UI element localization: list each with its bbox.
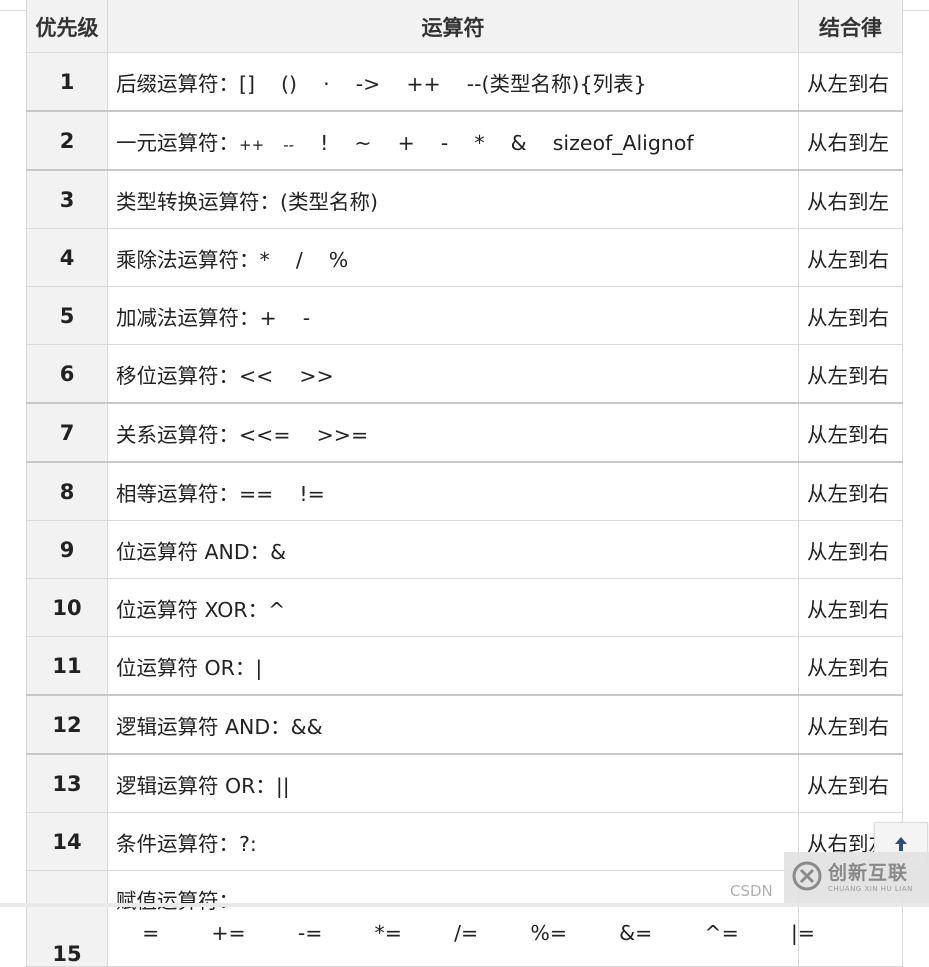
table-row: 10 位运算符 XOR：^ 从左到右 <box>26 578 903 637</box>
table-row: 7 关系运算符：<<= >>= 从左到右 <box>26 402 903 463</box>
priority-cell: 2 <box>26 110 108 171</box>
operator-label: 一元运算符： <box>116 130 239 155</box>
table-row: 11 位运算符 OR：| 从左到右 <box>26 636 903 696</box>
header-operator: 运算符 <box>107 0 799 53</box>
priority-cell: 10 <box>26 578 108 637</box>
associativity-cell: 从左到右 <box>798 461 903 521</box>
operator-cell: 关系运算符：<<= >>= <box>107 402 799 463</box>
priority-cell: 8 <box>26 461 108 521</box>
associativity-cell: 从左到右 <box>798 52 903 112</box>
precedence-table-container: 优先级 运算符 结合律 1 后缀运算符：[] () · -> ++ --(类型名… <box>26 0 903 967</box>
operator-cell: 位运算符 OR：| <box>107 636 799 696</box>
operator-cell: 加减法运算符：+ - <box>107 286 799 345</box>
priority-cell: 12 <box>26 694 108 755</box>
bottom-divider <box>0 903 929 907</box>
operator-cell: 类型转换运算符：(类型名称) <box>107 169 799 229</box>
operator-label: 赋值运算符： <box>116 889 239 913</box>
table-row: 3 类型转换运算符：(类型名称) 从右到左 <box>26 169 903 229</box>
header-associativity: 结合律 <box>798 0 903 53</box>
csdn-watermark: CSDN <box>730 882 773 900</box>
brand-title: 创新互联 <box>828 862 909 884</box>
brand-text: 创新互联 CHUANG XIN HU LIAN <box>828 863 913 893</box>
operator-list: = += -= *= /= %= &= ^= |= <box>116 921 815 945</box>
priority-cell: 1 <box>26 52 108 112</box>
associativity-cell: 从左到右 <box>798 578 903 637</box>
logo-x-icon <box>784 861 822 895</box>
operator-cell: 位运算符 XOR：^ <box>107 578 799 637</box>
operator-cell: 逻辑运算符 AND：&& <box>107 694 799 755</box>
operator-cell: 相等运算符：== != <box>107 461 799 521</box>
table-row: 6 移位运算符：<< >> 从左到右 <box>26 344 903 404</box>
brand-subtitle: CHUANG XIN HU LIAN <box>828 885 913 893</box>
operator-cell: 位运算符 AND：& <box>107 520 799 579</box>
operator-cell: 移位运算符：<< >> <box>107 344 799 404</box>
table-row: 1 后缀运算符：[] () · -> ++ --(类型名称){列表} 从左到右 <box>26 52 903 112</box>
table-row: 8 相等运算符：== != 从左到右 <box>26 461 903 521</box>
associativity-cell: 从左到右 <box>798 228 903 287</box>
table-row: 5 加减法运算符：+ - 从左到右 <box>26 286 903 345</box>
operator-cell: 一元运算符：++ -- ! ~ + - * & sizeof_Alignof <box>107 110 799 171</box>
priority-cell: 14 <box>26 812 108 871</box>
priority-cell: 3 <box>26 169 108 229</box>
operator-cell: 后缀运算符：[] () · -> ++ --(类型名称){列表} <box>107 52 799 112</box>
brand-watermark: 创新互联 CHUANG XIN HU LIAN <box>784 852 929 904</box>
operator-cell: 乘除法运算符：* / % <box>107 228 799 287</box>
header-priority: 优先级 <box>26 0 108 53</box>
operator-cell: 条件运算符：?: <box>107 812 799 871</box>
priority-cell: 6 <box>26 344 108 404</box>
associativity-cell: 从左到右 <box>798 753 903 813</box>
precedence-table: 优先级 运算符 结合律 1 后缀运算符：[] () · -> ++ --(类型名… <box>26 0 903 967</box>
table-row: 12 逻辑运算符 AND：&& 从左到右 <box>26 694 903 755</box>
table-row: 2 一元运算符：++ -- ! ~ + - * & sizeof_Alignof… <box>26 110 903 171</box>
priority-cell: 11 <box>26 636 108 696</box>
priority-cell: 7 <box>26 402 108 463</box>
associativity-cell: 从左到右 <box>798 636 903 696</box>
operator-cell: 赋值运算符： = += -= *= /= %= &= ^= |= <box>107 870 815 967</box>
associativity-cell: 从左到右 <box>798 286 903 345</box>
priority-cell: 13 <box>26 753 108 813</box>
associativity-cell: 从右到左 <box>798 169 903 229</box>
operator-rest: ! ~ + - * & sizeof_Alignof <box>294 130 694 155</box>
operator-small: ++ -- <box>239 135 295 154</box>
table-row: 14 条件运算符：?: 从右到左 <box>26 812 903 871</box>
priority-cell: 9 <box>26 520 108 579</box>
associativity-cell: 从左到右 <box>798 520 903 579</box>
associativity-cell: 从左到右 <box>798 694 903 755</box>
priority-cell: 15 <box>26 870 108 967</box>
associativity-cell: 从左到右 <box>798 402 903 463</box>
table-row: 4 乘除法运算符：* / % 从左到右 <box>26 228 903 287</box>
table-row: 9 位运算符 AND：& 从左到右 <box>26 520 903 579</box>
associativity-cell: 从左到右 <box>798 344 903 404</box>
priority-cell: 5 <box>26 286 108 345</box>
table-row: 13 逻辑运算符 OR：|| 从左到右 <box>26 753 903 813</box>
associativity-cell: 从右到左 <box>798 110 903 171</box>
operator-cell: 逻辑运算符 OR：|| <box>107 753 799 813</box>
priority-cell: 4 <box>26 228 108 287</box>
table-header-row: 优先级 运算符 结合律 <box>26 0 903 53</box>
